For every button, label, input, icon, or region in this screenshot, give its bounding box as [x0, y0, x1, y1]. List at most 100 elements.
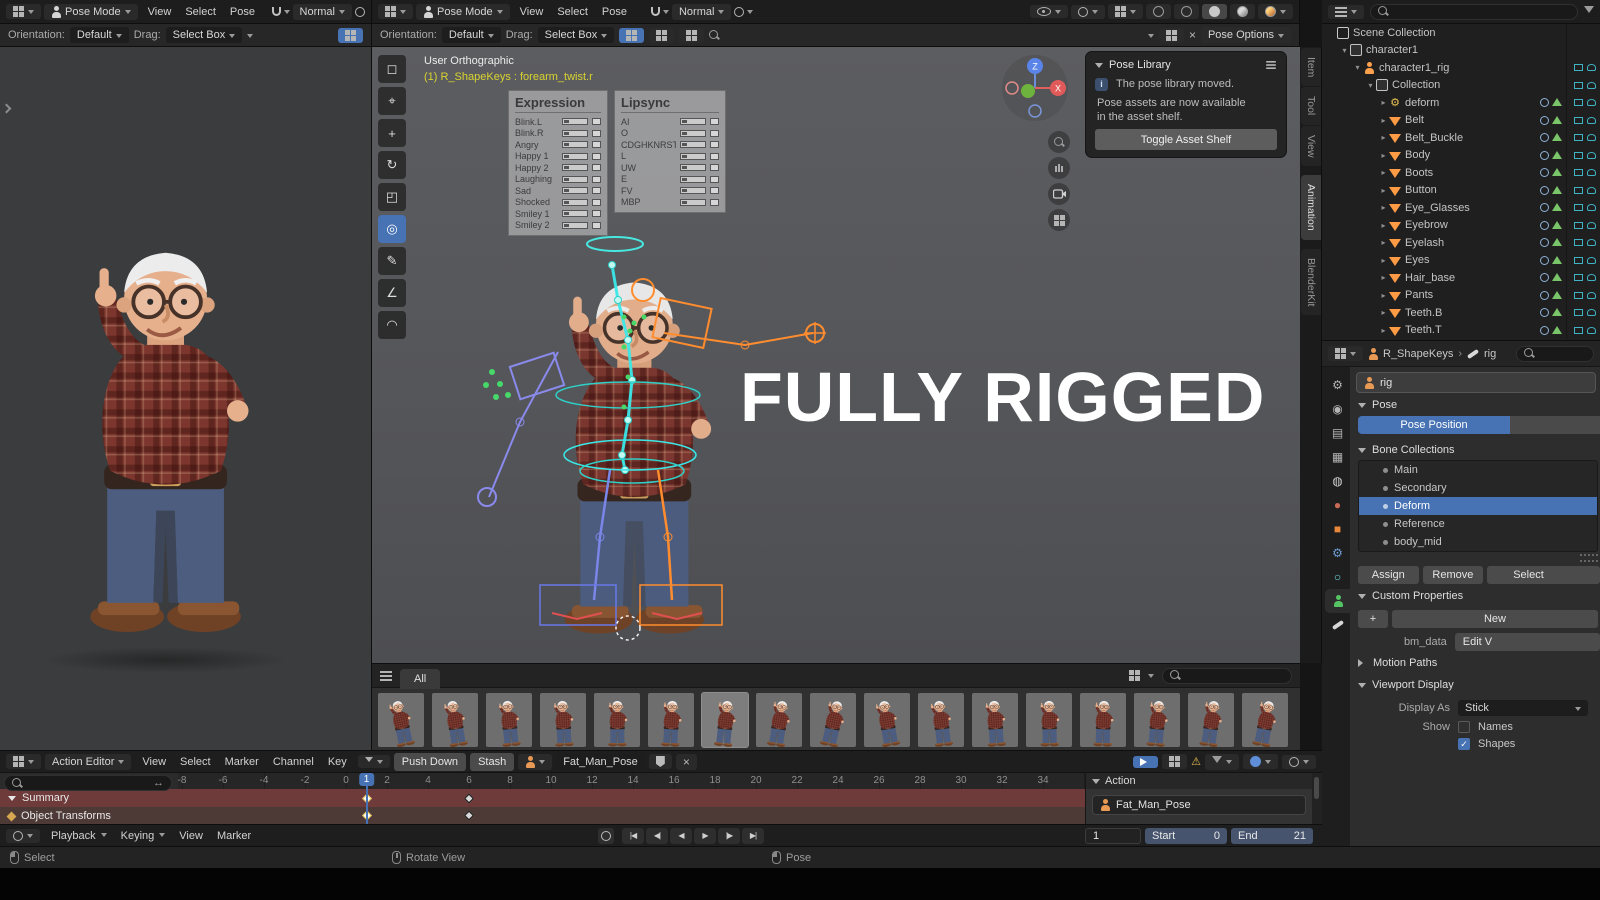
- mesh-data-icon[interactable]: [1552, 238, 1562, 247]
- outliner-item-belt-buckle[interactable]: ▸ Belt_Buckle: [1322, 129, 1600, 147]
- breadcrumb-data[interactable]: rig: [1484, 348, 1496, 360]
- disable-render-icon[interactable]: [1587, 221, 1596, 229]
- pose-asset-thumbnail[interactable]: [972, 693, 1018, 747]
- prev-keyframe-button[interactable]: ◀|: [646, 827, 668, 844]
- outliner-item-collection[interactable]: ▾ Collection: [1322, 76, 1600, 94]
- pose-asset-thumbnail[interactable]: [648, 693, 694, 747]
- shapekey-value-box[interactable]: [592, 210, 601, 218]
- modifier-icon[interactable]: [1540, 308, 1549, 318]
- select-mode-new[interactable]: [619, 27, 645, 43]
- proportional-edit-icon[interactable]: [734, 6, 745, 17]
- shapekey-value-box[interactable]: [592, 118, 601, 126]
- disable-render-icon[interactable]: [1587, 326, 1596, 334]
- overlay-caret[interactable]: [1147, 33, 1154, 41]
- shapekey-slider[interactable]: [562, 221, 588, 229]
- disable-render-icon[interactable]: [1587, 186, 1596, 194]
- start-frame-field[interactable]: Start 0: [1145, 827, 1227, 844]
- active-tool-toggle[interactable]: [338, 27, 363, 43]
- hide-viewport-icon[interactable]: [1574, 274, 1583, 282]
- disclosure-icon[interactable]: ▾: [1352, 63, 1363, 72]
- shapekey-slider[interactable]: [562, 164, 588, 172]
- modifier-icon[interactable]: [1540, 220, 1549, 230]
- tab-object-data-icon[interactable]: [1325, 589, 1350, 613]
- shapekey-value-box[interactable]: [592, 164, 601, 172]
- properties-search-input[interactable]: [1516, 345, 1594, 362]
- shapekey-slider[interactable]: [680, 118, 706, 126]
- outliner-item-eyes[interactable]: ▸ Eyes: [1322, 251, 1600, 269]
- pose-asset-thumbnail[interactable]: [810, 693, 856, 747]
- navigation-gizmo[interactable]: Z X: [1000, 53, 1070, 123]
- mesh-data-icon[interactable]: [1552, 290, 1562, 299]
- outliner-item-teeth-b[interactable]: ▸ Teeth.B: [1322, 304, 1600, 322]
- snap-magnet-icon[interactable]: [650, 7, 660, 16]
- shapekey-value-box[interactable]: [592, 221, 601, 229]
- search-icon[interactable]: [709, 29, 720, 41]
- menu-pose[interactable]: Pose: [595, 4, 634, 20]
- mesh-data-icon[interactable]: [1552, 220, 1562, 229]
- editor-type-button[interactable]: [6, 828, 40, 843]
- filter-icon[interactable]: [1584, 5, 1594, 18]
- camera-view-button[interactable]: [1048, 183, 1070, 205]
- outliner-display-mode[interactable]: [1328, 4, 1364, 19]
- transform-orientation-select[interactable]: Normal: [671, 3, 732, 20]
- show-hidden-toggle[interactable]: [1162, 754, 1188, 769]
- pose-position-button[interactable]: Pose Position: [1358, 416, 1510, 434]
- tab-tool-icon[interactable]: ⚙: [1325, 373, 1350, 397]
- select-mode-subtract[interactable]: [679, 27, 705, 43]
- modifier-icon[interactable]: [1540, 255, 1549, 265]
- bone-collection-body-mid[interactable]: body_mid: [1359, 533, 1597, 551]
- menu-select[interactable]: Select: [178, 4, 223, 20]
- section-pose[interactable]: Pose: [1356, 393, 1600, 415]
- end-frame-field[interactable]: End 21: [1231, 827, 1313, 844]
- menu-view[interactable]: View: [141, 4, 179, 20]
- disable-render-icon[interactable]: [1587, 274, 1596, 282]
- shapekey-value-box[interactable]: [710, 141, 719, 149]
- pose-options-button[interactable]: Pose Options: [1200, 27, 1291, 43]
- jump-end-button[interactable]: ▶|: [742, 827, 764, 844]
- remove-button[interactable]: Remove: [1422, 566, 1484, 584]
- shapekey-value-box[interactable]: [710, 129, 719, 137]
- shapekey-slider[interactable]: [680, 129, 706, 137]
- current-frame-badge[interactable]: 1: [358, 773, 375, 786]
- new-property-button[interactable]: New: [1392, 610, 1598, 628]
- menu-keying[interactable]: Keying: [114, 828, 173, 844]
- editor-type-button[interactable]: [378, 4, 413, 19]
- snap-menu[interactable]: [1243, 754, 1278, 769]
- shapekey-slider[interactable]: [680, 141, 706, 149]
- hide-viewport-icon[interactable]: [1574, 291, 1583, 299]
- hide-viewport-icon[interactable]: [1574, 309, 1583, 317]
- sidebar-tab-animation[interactable]: Animation: [1301, 175, 1321, 240]
- outliner-item-button[interactable]: ▸ Button: [1322, 181, 1600, 199]
- modifier-icon[interactable]: [1540, 115, 1549, 125]
- tab-world-icon[interactable]: ●: [1325, 493, 1350, 517]
- modifier-icon[interactable]: [1540, 203, 1549, 213]
- mesh-data-icon[interactable]: [1552, 273, 1562, 282]
- outliner-item-deform[interactable]: ▸ ⚙ deform: [1322, 94, 1600, 112]
- modifier-icon[interactable]: [1540, 133, 1549, 143]
- annotate-tool-button[interactable]: ✎: [378, 247, 406, 275]
- play-button[interactable]: ▶: [694, 827, 716, 844]
- shelf-menu-icon[interactable]: [380, 670, 392, 681]
- add-property-button[interactable]: +: [1358, 610, 1388, 628]
- next-keyframe-button[interactable]: |▶: [718, 827, 740, 844]
- disclosure-icon[interactable]: ▸: [1378, 291, 1389, 300]
- bone-collection-deform[interactable]: Deform: [1359, 497, 1597, 515]
- menu-marker[interactable]: Marker: [210, 828, 258, 844]
- tab-output-icon[interactable]: ▤: [1325, 421, 1350, 445]
- filter-dropdown[interactable]: [357, 755, 390, 768]
- editor-type-button[interactable]: [1328, 346, 1363, 361]
- pose-asset-thumbnail[interactable]: [1242, 693, 1288, 747]
- pan-button[interactable]: [1048, 157, 1070, 179]
- transform-orientation-select[interactable]: Normal: [292, 3, 352, 20]
- menu-select[interactable]: Select: [550, 4, 595, 20]
- bone-collection-secondary[interactable]: Secondary: [1359, 479, 1597, 497]
- section-motion-paths[interactable]: Motion Paths: [1356, 651, 1600, 673]
- menu-key[interactable]: Key: [321, 754, 354, 770]
- pose-asset-thumbnail[interactable]: [1026, 693, 1072, 747]
- ortho-toggle-button[interactable]: [1048, 209, 1070, 231]
- reference-viewport[interactable]: [0, 47, 372, 750]
- move-tool-button[interactable]: +: [378, 119, 406, 147]
- pose-asset-thumbnail[interactable]: [378, 693, 424, 747]
- editor-mode-select[interactable]: Action Editor: [45, 753, 132, 770]
- sidebar-tab-blenderkit[interactable]: BlenderKit: [1301, 248, 1321, 316]
